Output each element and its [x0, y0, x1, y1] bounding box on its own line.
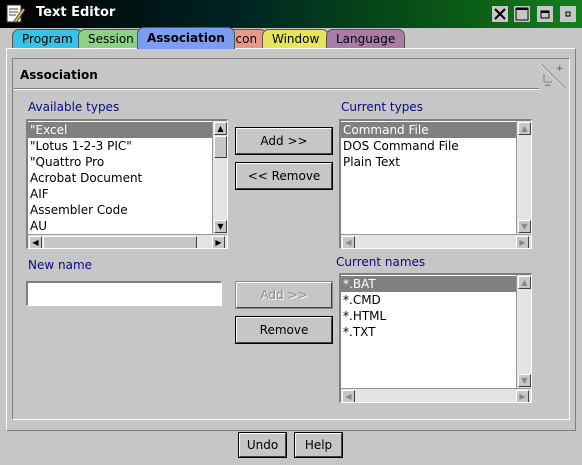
add-type-button[interactable]: Add >> [235, 127, 333, 155]
scroll-down-icon[interactable]: ▼ [518, 220, 531, 233]
scroll-right-icon[interactable]: ▶ [516, 236, 529, 248]
page-corner-icon[interactable]: + − [538, 62, 566, 91]
scroll-right-icon[interactable]: ▶ [212, 236, 225, 248]
available-types-label: Available types [28, 100, 120, 114]
list-item[interactable]: DOS Command File [341, 138, 516, 154]
scroll-thumb[interactable] [214, 136, 227, 158]
list-item[interactable]: Acrobat Document [28, 170, 212, 186]
list-item[interactable]: *.TXT [341, 324, 516, 340]
new-name-input[interactable] [26, 281, 222, 306]
horizontal-scrollbar[interactable]: ◀ ▶ [341, 388, 531, 402]
section-title: Association [20, 68, 98, 82]
close-icon[interactable] [492, 6, 508, 22]
list-item[interactable]: "Excel [28, 122, 212, 138]
scroll-thumb[interactable] [43, 236, 197, 248]
text-editor-icon[interactable] [4, 3, 26, 25]
tab-association-label: Association [147, 31, 225, 45]
tab-window-label: Window [272, 32, 320, 46]
tab-language[interactable]: Language [326, 29, 406, 48]
section-divider-highlight [14, 89, 539, 90]
undo-button[interactable]: Undo [238, 432, 287, 458]
scroll-left-icon[interactable]: ◀ [342, 390, 355, 402]
add-name-button[interactable]: Add >> [235, 281, 333, 309]
minimize-icon[interactable] [537, 6, 553, 22]
tab-language-label: Language [336, 32, 396, 46]
scroll-up-icon[interactable]: ▲ [518, 276, 531, 289]
list-item[interactable]: Assembler Code [28, 202, 212, 218]
list-item[interactable]: AU [28, 218, 212, 234]
list-item[interactable]: "Lotus 1-2-3 PIC" [28, 138, 212, 154]
new-name-label: New name [28, 258, 93, 272]
list-item[interactable]: AIF [28, 186, 212, 202]
svg-text:−: − [544, 81, 552, 90]
current-names-list[interactable]: *.BAT *.CMD *.HTML *.TXT ▲ ▼ ◀ ▶ [339, 273, 532, 403]
vertical-scrollbar[interactable]: ▲ ▼ [516, 121, 531, 234]
help-button[interactable]: Help [294, 432, 343, 458]
remove-name-button[interactable]: Remove [235, 316, 333, 344]
available-types-list[interactable]: "Excel "Lotus 1-2-3 PIC" "Quattro Pro Ac… [26, 119, 228, 249]
list-item[interactable]: Command File [341, 122, 516, 138]
scroll-left-icon[interactable]: ◀ [29, 236, 42, 248]
current-names-label: Current names [336, 255, 426, 269]
scroll-right-icon[interactable]: ▶ [516, 390, 529, 402]
list-item[interactable]: "Quattro Pro [28, 154, 212, 170]
vertical-scrollbar[interactable]: ▲ ▼ [516, 275, 531, 388]
tab-program-label: Program [22, 32, 73, 46]
scroll-down-icon[interactable]: ▼ [518, 374, 531, 387]
window-menu-icon[interactable] [560, 6, 576, 22]
remove-type-button[interactable]: << Remove [235, 162, 333, 190]
tab-session[interactable]: Session [78, 29, 144, 48]
tab-window[interactable]: Window [262, 29, 330, 48]
current-types-label: Current types [341, 100, 423, 114]
list-item[interactable]: *.CMD [341, 292, 516, 308]
tab-icon-label: Icon [232, 32, 258, 46]
scroll-left-icon[interactable]: ◀ [342, 236, 355, 248]
scroll-down-icon[interactable]: ▼ [214, 220, 227, 233]
list-item[interactable]: *.BAT [341, 276, 516, 292]
tab-association[interactable]: Association [137, 27, 235, 49]
horizontal-scrollbar[interactable]: ◀ ▶ [341, 234, 531, 248]
maximize-icon[interactable] [514, 6, 530, 22]
current-types-list[interactable]: Command File DOS Command File Plain Text… [339, 119, 532, 249]
horizontal-scrollbar[interactable]: ◀ ▶ [28, 234, 227, 248]
window-title: Text Editor [36, 5, 116, 20]
tab-session-label: Session [88, 32, 134, 46]
scroll-up-icon[interactable]: ▲ [518, 122, 531, 135]
svg-text:+: + [556, 64, 564, 74]
vertical-scrollbar[interactable]: ▲ ▼ [212, 121, 227, 234]
tab-program[interactable]: Program [12, 29, 83, 48]
list-item[interactable]: *.HTML [341, 308, 516, 324]
scroll-up-icon[interactable]: ▲ [214, 122, 227, 135]
list-item[interactable]: Plain Text [341, 154, 516, 170]
